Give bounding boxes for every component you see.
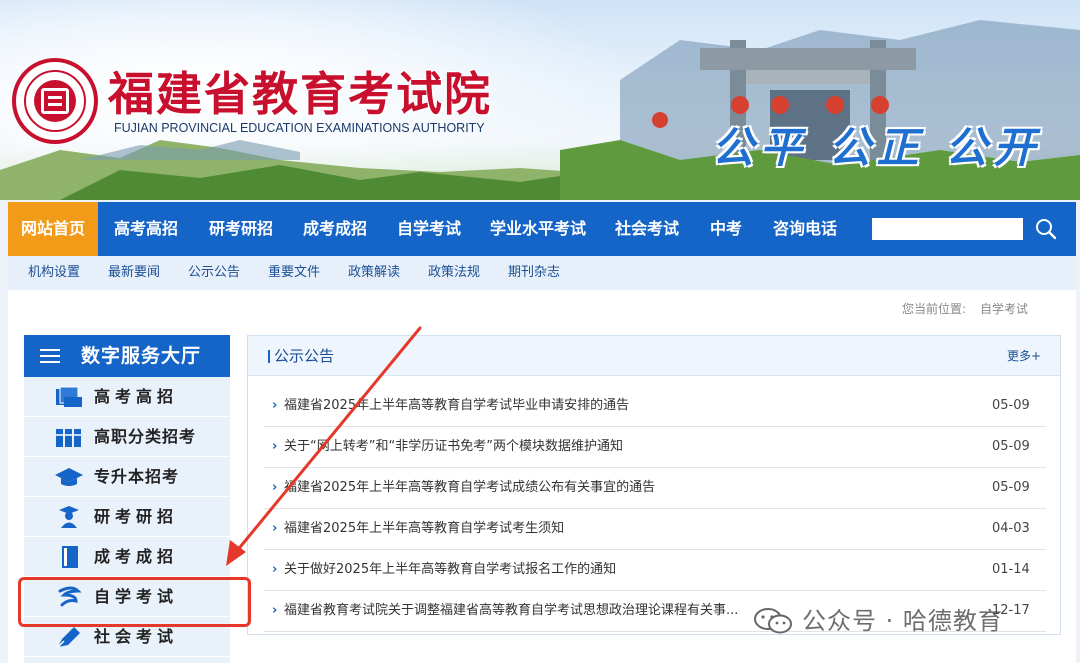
chevron-right-icon: › <box>272 603 278 618</box>
notice-date: 05-09 <box>992 439 1030 454</box>
notice-title[interactable]: 福建省2025年上半年高等教育自学考试成绩公布有关事宜的通告 <box>284 468 984 508</box>
breadcrumb: 您当前位置: 自学考试 <box>902 300 1028 317</box>
banner-slogan: 公平 公正 公开 <box>712 123 1042 172</box>
pen-icon <box>57 627 80 648</box>
wechat-icon <box>754 608 792 634</box>
sidebar-item-yankao[interactable]: 研考研招 <box>24 497 230 537</box>
sidebar-item-label: 成考成招 <box>94 547 179 566</box>
nav-item-yankao[interactable]: 研考研招 <box>194 202 288 256</box>
menu-icon <box>40 349 60 363</box>
sidebar-header: 数字服务大厅 <box>24 335 230 377</box>
subnav-item-notices[interactable]: 公示公告 <box>188 256 240 290</box>
notice-item[interactable]: › 福建省2025年上半年高等教育自学考试毕业申请安排的通告 05-09 <box>264 386 1046 427</box>
search-input[interactable] <box>872 218 1023 240</box>
sidebar-title: 数字服务大厅 <box>81 345 202 367</box>
main-navigation: 网站首页 高考高招 研考研招 成考成招 自学考试 学业水平考试 社会考试 中考 … <box>8 202 1076 256</box>
notice-title[interactable]: 关于做好2025年上半年高等教育自学考试报名工作的通知 <box>284 550 984 590</box>
nav-item-hotline[interactable]: 咨询电话 <box>758 202 852 256</box>
nav-item-social-exam[interactable]: 社会考试 <box>600 202 694 256</box>
nav-item-gaokao[interactable]: 高考高招 <box>98 202 194 256</box>
notice-date: 01-14 <box>992 562 1030 577</box>
subnav-item-regulations[interactable]: 政策法规 <box>428 256 480 290</box>
notice-title[interactable]: 福建省2025年上半年高等教育自学考试考生须知 <box>284 509 984 549</box>
sidebar-item-label: 高职分类招考 <box>94 427 197 446</box>
subnav-item-organization[interactable]: 机构设置 <box>28 256 80 290</box>
book-stack-icon <box>56 386 82 407</box>
notices-title: 公示公告 <box>274 347 335 365</box>
notice-date: 04-03 <box>992 521 1030 536</box>
sidebar-item-label: 专升本招考 <box>94 467 180 486</box>
subnav-item-news[interactable]: 最新要闻 <box>108 256 160 290</box>
site-subtitle: FUJIAN PROVINCIAL EDUCATION EXAMINATIONS… <box>114 121 485 135</box>
site-title: 福建省教育考试院 <box>108 67 492 121</box>
sub-navigation: 机构设置 最新要闻 公示公告 重要文件 政策解读 政策法规 期刊杂志 <box>8 256 1076 290</box>
sidebar-item-chengkao[interactable]: 成考成招 <box>24 537 230 577</box>
chevron-right-icon: › <box>272 480 278 495</box>
chevron-right-icon: › <box>272 521 278 536</box>
sidebar-item-label: 研考研招 <box>94 507 179 526</box>
annotation-highlight-box <box>18 577 251 627</box>
breadcrumb-label: 您当前位置: <box>902 302 967 316</box>
notice-date: 05-09 <box>992 480 1030 495</box>
nav-item-academic-test[interactable]: 学业水平考试 <box>476 202 600 256</box>
breadcrumb-current[interactable]: 自学考试 <box>980 302 1028 316</box>
notices-panel: 公示公告 更多+ › 福建省2025年上半年高等教育自学考试毕业申请安排的通告 … <box>247 335 1061 635</box>
sidebar-item-label: 高考高招 <box>94 387 179 406</box>
notices-panel-header: 公示公告 更多+ <box>248 336 1060 376</box>
notice-item[interactable]: › 关于做好2025年上半年高等教育自学考试报名工作的通知 01-14 <box>264 550 1046 591</box>
subnav-item-documents[interactable]: 重要文件 <box>268 256 320 290</box>
notice-item[interactable]: › 福建省2025年上半年高等教育自学考试成绩公布有关事宜的通告 05-09 <box>264 468 1046 509</box>
notice-item[interactable]: › 福建省2025年上半年高等教育自学考试考生须知 04-03 <box>264 509 1046 550</box>
notice-date: 05-09 <box>992 398 1030 413</box>
graduate-person-icon <box>59 506 79 528</box>
chevron-right-icon: › <box>272 398 278 413</box>
sidebar-item-vocational[interactable]: 高职分类招考 <box>24 417 230 457</box>
notice-title[interactable]: 关于“网上转考”和“非学历证书免考”两个模块数据维护通知 <box>284 427 984 467</box>
authority-seal-logo[interactable] <box>12 58 98 144</box>
nav-item-chengkao[interactable]: 成考成招 <box>288 202 382 256</box>
nav-item-home[interactable]: 网站首页 <box>8 202 98 256</box>
chevron-right-icon: › <box>272 439 278 454</box>
header-banner: 福建省教育考试院 FUJIAN PROVINCIAL EDUCATION EXA… <box>0 0 1080 200</box>
search-icon[interactable] <box>1034 217 1058 241</box>
notebook-icon <box>62 546 78 568</box>
graduation-cap-icon <box>55 468 83 486</box>
title-accent-bar <box>268 350 270 363</box>
sidebar-item-upgrade[interactable]: 专升本招考 <box>24 457 230 497</box>
sidebar-item-gaokao[interactable]: 高考高招 <box>24 377 230 417</box>
notice-title[interactable]: 福建省2025年上半年高等教育自学考试毕业申请安排的通告 <box>284 386 984 426</box>
notice-item[interactable]: › 关于“网上转考”和“非学历证书免考”两个模块数据维护通知 05-09 <box>264 427 1046 468</box>
subnav-item-policy-interpretation[interactable]: 政策解读 <box>348 256 400 290</box>
subnav-item-journals[interactable]: 期刊杂志 <box>508 256 560 290</box>
nav-item-zhongkao[interactable]: 中考 <box>694 202 758 256</box>
chevron-right-icon: › <box>272 562 278 577</box>
nav-item-self-study[interactable]: 自学考试 <box>382 202 476 256</box>
more-link[interactable]: 更多+ <box>1007 336 1041 376</box>
watermark-text: 公众号 · 哈德教育 <box>802 607 1003 635</box>
books-icon <box>56 429 81 447</box>
